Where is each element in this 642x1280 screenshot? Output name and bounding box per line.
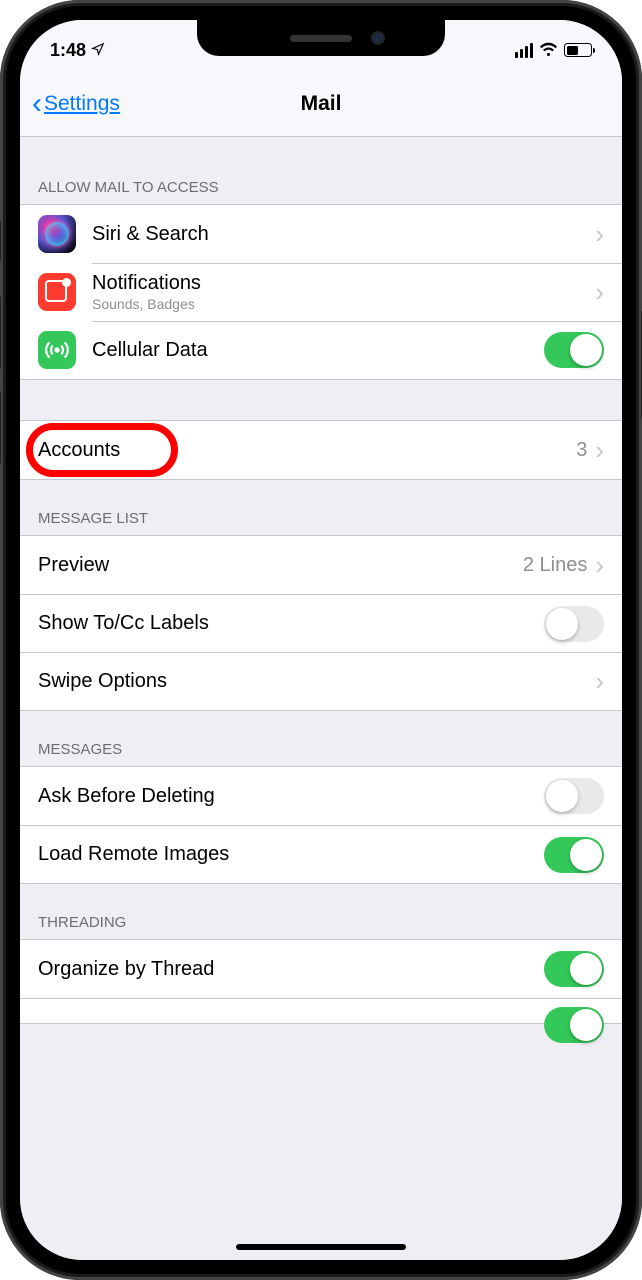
cell-preview[interactable]: Preview 2 Lines › xyxy=(20,536,622,594)
chevron-right-icon: › xyxy=(595,666,604,697)
chevron-left-icon: ‹ xyxy=(32,87,42,121)
cell-load-remote[interactable]: Load Remote Images xyxy=(20,825,622,883)
back-button[interactable]: ‹ Settings xyxy=(32,87,120,121)
front-camera xyxy=(371,31,385,45)
content-scroll[interactable]: ALLOW MAIL TO ACCESS Siri & Search › Not… xyxy=(20,137,622,1260)
cell-subtitle: Sounds, Badges xyxy=(92,296,595,312)
wifi-icon xyxy=(539,40,558,61)
speaker-grille xyxy=(290,35,352,42)
cell-title: Accounts xyxy=(38,439,576,462)
preview-detail: 2 Lines xyxy=(523,554,588,577)
back-label: Settings xyxy=(44,92,120,116)
cell-accounts[interactable]: Accounts 3 › xyxy=(20,421,622,479)
status-time: 1:48 xyxy=(50,40,86,61)
cell-title: Cellular Data xyxy=(92,339,544,362)
cell-cellular-data[interactable]: Cellular Data xyxy=(20,321,622,379)
volume-up-button xyxy=(0,295,1,370)
cell-title: Organize by Thread xyxy=(38,958,544,981)
ask-delete-toggle[interactable] xyxy=(544,778,604,814)
cell-partial-next[interactable] xyxy=(20,998,622,1023)
partial-toggle[interactable] xyxy=(544,1007,604,1043)
cell-title: Ask Before Deleting xyxy=(38,785,544,808)
cell-title: Swipe Options xyxy=(38,670,595,693)
cell-organize-thread[interactable]: Organize by Thread xyxy=(20,940,622,998)
chevron-right-icon: › xyxy=(595,550,604,581)
accounts-count: 3 xyxy=(576,439,587,462)
cell-title: Show To/Cc Labels xyxy=(38,612,544,635)
page-title: Mail xyxy=(301,92,342,116)
nav-bar: ‹ Settings Mail xyxy=(20,72,622,137)
signal-icon xyxy=(515,43,534,58)
home-indicator[interactable] xyxy=(236,1244,406,1250)
cell-show-tocc[interactable]: Show To/Cc Labels xyxy=(20,594,622,652)
chevron-right-icon: › xyxy=(595,219,604,250)
phone-frame: 1:48 ‹ Settings Mail ALLOW MAIL TO ACC xyxy=(0,0,642,1280)
show-tocc-toggle[interactable] xyxy=(544,606,604,642)
section-header-message-list: MESSAGE LIST xyxy=(20,480,622,535)
cell-title: Notifications xyxy=(92,272,595,295)
notifications-icon xyxy=(38,273,76,311)
chevron-right-icon: › xyxy=(595,435,604,466)
notch xyxy=(197,20,445,56)
chevron-right-icon: › xyxy=(595,277,604,308)
cell-ask-delete[interactable]: Ask Before Deleting xyxy=(20,767,622,825)
mute-switch xyxy=(0,220,1,262)
battery-icon xyxy=(564,43,592,57)
cell-swipe-options[interactable]: Swipe Options › xyxy=(20,652,622,710)
volume-down-button xyxy=(0,390,1,465)
location-icon xyxy=(91,42,105,59)
section-header-threading: THREADING xyxy=(20,884,622,939)
cell-title: Siri & Search xyxy=(92,223,595,246)
section-header-messages: MESSAGES xyxy=(20,711,622,766)
load-remote-toggle[interactable] xyxy=(544,837,604,873)
cell-notifications[interactable]: Notifications Sounds, Badges › xyxy=(20,263,622,321)
cell-title: Preview xyxy=(38,554,523,577)
section-header-access: ALLOW MAIL TO ACCESS xyxy=(20,137,622,204)
cell-siri-search[interactable]: Siri & Search › xyxy=(20,205,622,263)
cell-title: Load Remote Images xyxy=(38,843,544,866)
cellular-toggle[interactable] xyxy=(544,332,604,368)
organize-thread-toggle[interactable] xyxy=(544,951,604,987)
siri-icon xyxy=(38,215,76,253)
cellular-icon xyxy=(38,331,76,369)
screen: 1:48 ‹ Settings Mail ALLOW MAIL TO ACC xyxy=(20,20,622,1260)
